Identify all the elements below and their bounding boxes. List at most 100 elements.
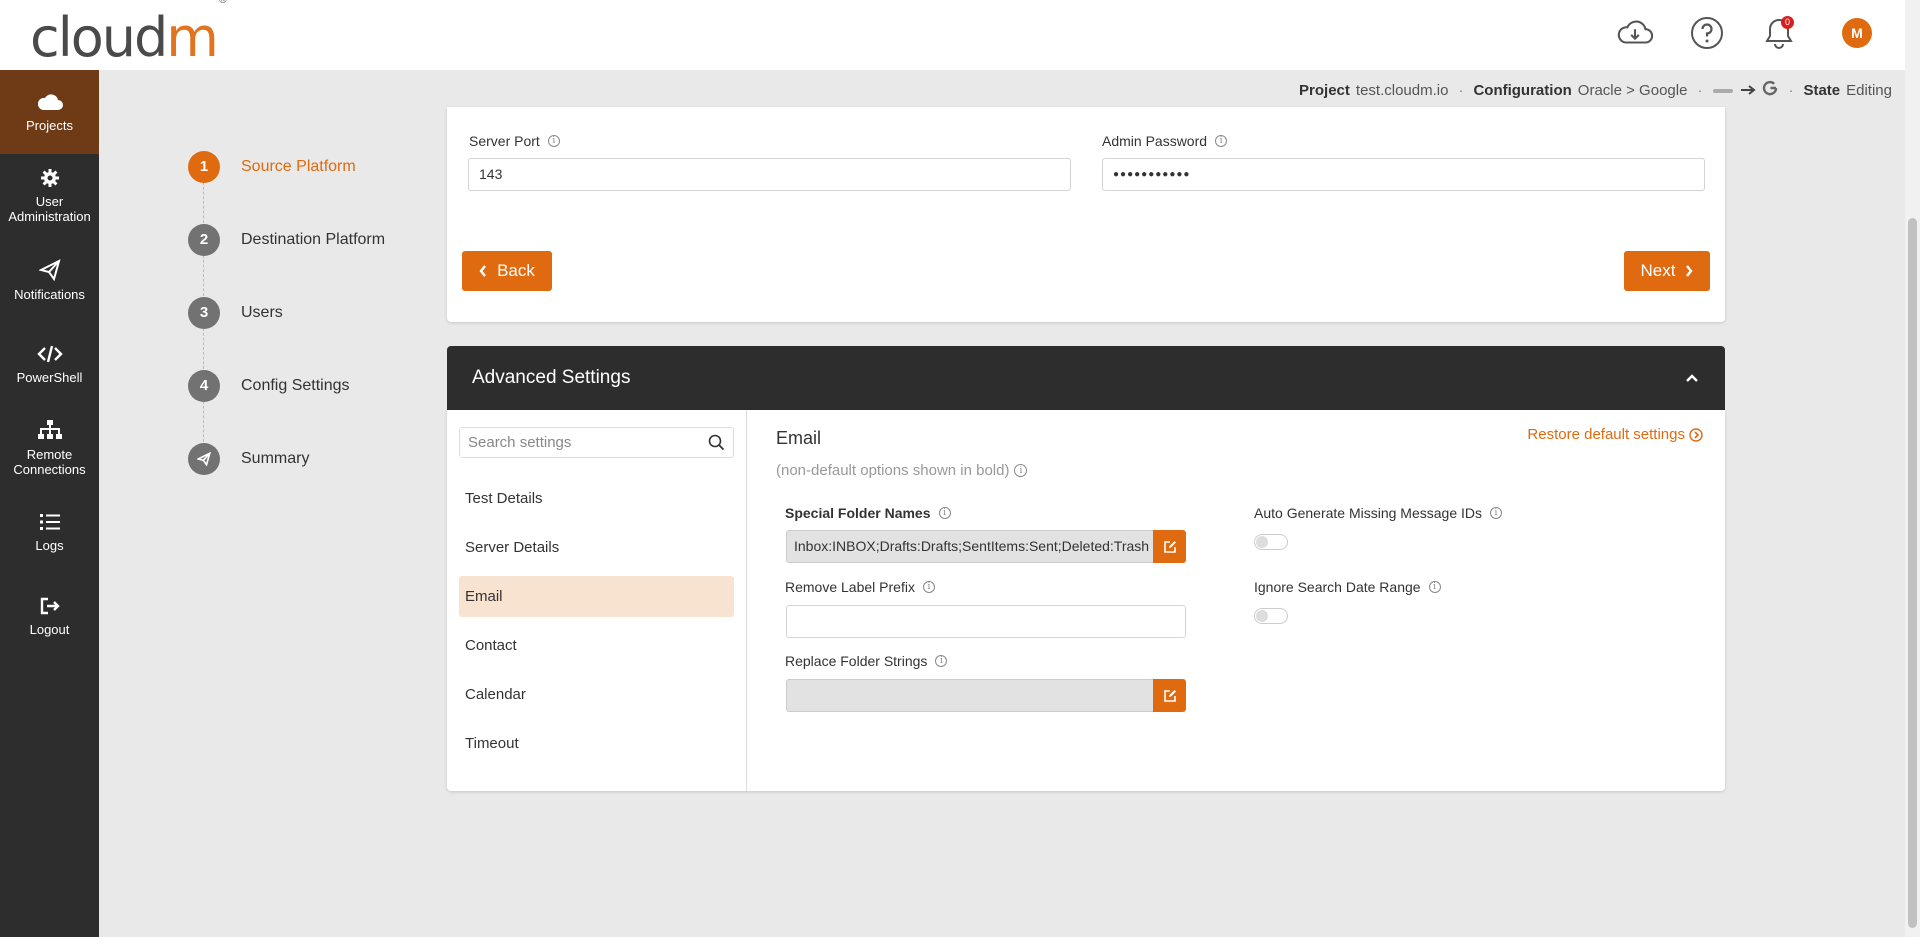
project-value: test.cloudm.io — [1355, 81, 1449, 99]
email-settings-panel: Email Restore default settings (non-defa… — [747, 410, 1725, 791]
cloudm-logo[interactable]: cloudm® — [30, 0, 228, 69]
remove-label-prefix-label-text: Remove Label Prefix — [785, 579, 915, 595]
ignore-search-date-range-label: Ignore Search Date Range i — [1254, 579, 1441, 595]
server-port-label: Server Port i — [469, 133, 560, 149]
replace-folder-strings-value[interactable] — [786, 679, 1153, 712]
server-details-card: Server Port i 143 Admin Password i ●●●●●… — [447, 107, 1725, 322]
paper-plane-icon — [38, 258, 61, 281]
state-label: State — [1803, 81, 1841, 99]
restore-default-settings-link[interactable]: Restore default settings — [1527, 426, 1703, 443]
step-source-platform[interactable]: 1 Source Platform — [188, 130, 385, 223]
help-icon[interactable] — [1688, 14, 1726, 52]
ignore-search-date-range-toggle[interactable] — [1254, 608, 1288, 624]
sidebar-item-remote-connections[interactable]: Remote Connections — [0, 406, 99, 490]
server-port-label-text: Server Port — [469, 133, 540, 149]
settings-search — [459, 427, 734, 458]
info-icon[interactable]: i — [935, 655, 948, 667]
auto-generate-missing-message-ids-label: Auto Generate Missing Message IDs i — [1254, 505, 1502, 521]
auto-generate-label-text: Auto Generate Missing Message IDs — [1254, 505, 1482, 521]
category-email[interactable]: Email — [459, 576, 734, 617]
project-status-line: Project test.cloudm.io · Configuration O… — [1299, 80, 1892, 99]
advanced-settings-header[interactable]: Advanced Settings — [447, 346, 1725, 410]
replace-folder-strings-label-text: Replace Folder Strings — [785, 653, 928, 669]
step-destination-platform[interactable]: 2 Destination Platform — [188, 203, 385, 296]
ignore-search-label-text: Ignore Search Date Range — [1254, 579, 1421, 595]
top-icons: 0 M — [1616, 14, 1872, 52]
search-icon[interactable] — [708, 434, 725, 456]
next-button[interactable]: Next — [1624, 251, 1710, 291]
admin-password-input[interactable]: ●●●●●●●●●●● — [1102, 158, 1705, 191]
oracle-logo-icon — [1712, 82, 1734, 99]
sidebar-item-user-administration[interactable]: User Administration — [0, 154, 99, 238]
state-value: Editing — [1846, 81, 1892, 99]
next-button-label: Next — [1640, 261, 1676, 280]
edit-icon[interactable] — [1153, 679, 1186, 712]
settings-search-input[interactable] — [460, 428, 695, 457]
admin-password-label-text: Admin Password — [1102, 133, 1208, 149]
info-icon[interactable]: i — [922, 581, 935, 593]
info-icon[interactable]: i — [1490, 507, 1502, 519]
special-folder-names-label: Special Folder Names i — [785, 505, 951, 521]
step-number: 4 — [188, 369, 220, 402]
code-icon — [36, 345, 63, 362]
edit-icon[interactable] — [1153, 530, 1186, 563]
sitemap-icon — [37, 420, 62, 439]
advanced-settings-panel: Test Details Server Details Email Contac… — [447, 410, 1725, 791]
info-icon[interactable]: i — [938, 507, 951, 519]
avatar[interactable]: M — [1842, 18, 1872, 48]
scrollbar-thumb[interactable] — [1908, 218, 1917, 928]
chevron-up-icon[interactable] — [1685, 370, 1699, 388]
special-folder-names-field: Inbox:INBOX;Drafts:Drafts;SentItems:Sent… — [786, 530, 1186, 563]
configuration-label: Configuration — [1473, 81, 1572, 99]
page-scrollbar[interactable] — [1905, 0, 1920, 937]
step-connector — [203, 255, 204, 296]
back-button[interactable]: Back — [462, 251, 552, 291]
info-icon[interactable]: i — [547, 135, 560, 147]
sidebar-item-notifications[interactable]: Notifications — [0, 238, 99, 322]
non-default-note: (non-default options shown in bold) i — [776, 462, 1028, 479]
sidebar-item-logout[interactable]: Logout — [0, 574, 99, 658]
sidebar-item-powershell[interactable]: PowerShell — [0, 322, 99, 406]
category-calendar[interactable]: Calendar — [459, 674, 734, 715]
step-label: Users — [241, 303, 283, 321]
back-button-label: Back — [497, 261, 535, 280]
arrow-right-icon — [1740, 82, 1757, 99]
server-port-input[interactable]: 143 — [468, 158, 1071, 191]
category-server-details[interactable]: Server Details — [459, 527, 734, 568]
remove-label-prefix-input[interactable] — [786, 605, 1186, 638]
admin-password-label: Admin Password i — [1102, 133, 1228, 149]
step-label: Summary — [241, 449, 310, 467]
step-label: Config Settings — [241, 376, 350, 394]
special-folder-names-value[interactable]: Inbox:INBOX;Drafts:Drafts;SentItems:Sent… — [786, 530, 1153, 563]
sidebar-item-projects[interactable]: Projects — [0, 70, 99, 154]
sidebar-item-label: User Administration — [8, 194, 91, 224]
auto-generate-toggle[interactable] — [1254, 534, 1288, 550]
sidebar-item-label: Projects — [26, 117, 73, 133]
bell-icon[interactable]: 0 — [1760, 14, 1798, 52]
info-icon[interactable]: i — [1215, 135, 1228, 147]
list-icon — [39, 513, 60, 530]
top-bar: cloudm® 0 M — [0, 0, 1905, 70]
special-folder-names-label-text: Special Folder Names — [785, 505, 931, 521]
sidebar: Projects User Administration Notificatio… — [0, 70, 99, 937]
info-icon[interactable]: i — [1014, 464, 1028, 477]
notification-badge: 0 — [1781, 16, 1794, 29]
chevron-right-icon — [1686, 265, 1694, 277]
info-icon[interactable]: i — [1428, 581, 1441, 593]
step-connector — [203, 401, 204, 442]
step-number: 3 — [188, 296, 220, 329]
step-summary[interactable]: Summary — [188, 422, 385, 495]
category-timeout[interactable]: Timeout — [459, 723, 734, 764]
cloud-download-icon[interactable] — [1616, 14, 1654, 52]
restore-default-label: Restore default settings — [1527, 426, 1685, 443]
category-test-details[interactable]: Test Details — [459, 478, 734, 519]
sidebar-item-logs[interactable]: Logs — [0, 490, 99, 574]
logout-icon — [40, 597, 60, 614]
remove-label-prefix-label: Remove Label Prefix i — [785, 579, 935, 595]
step-config-settings[interactable]: 4 Config Settings — [188, 349, 385, 442]
step-users[interactable]: 3 Users — [188, 276, 385, 369]
replace-folder-strings-label: Replace Folder Strings i — [785, 653, 948, 669]
sidebar-item-label: Logs — [35, 537, 64, 553]
sidebar-item-label: Remote Connections — [13, 447, 86, 477]
category-contact[interactable]: Contact — [459, 625, 734, 666]
